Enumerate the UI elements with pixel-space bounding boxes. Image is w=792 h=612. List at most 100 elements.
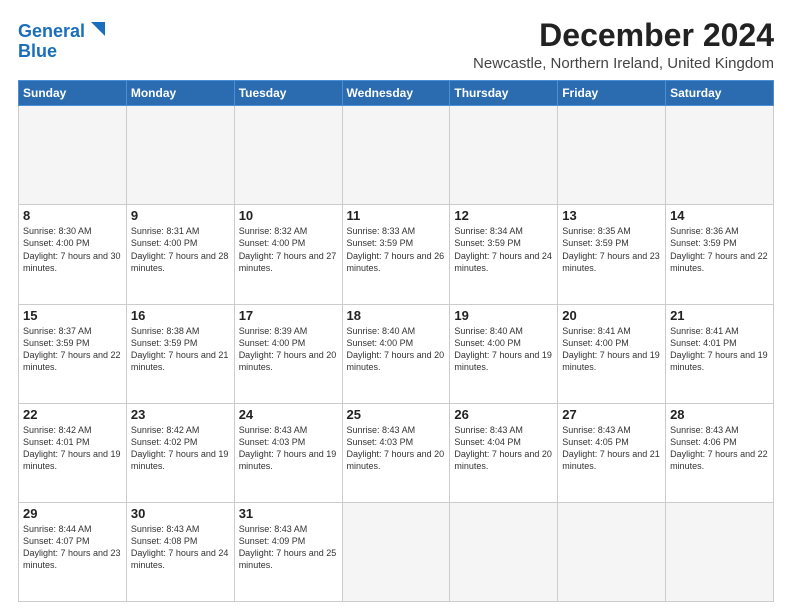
day-number: 29 — [23, 506, 122, 521]
day-number: 14 — [670, 208, 769, 223]
cell-info: Sunrise: 8:40 AMSunset: 4:00 PMDaylight:… — [347, 326, 445, 372]
day-number: 19 — [454, 308, 553, 323]
cell-info: Sunrise: 8:42 AMSunset: 4:01 PMDaylight:… — [23, 425, 121, 471]
calendar-cell: 8 Sunrise: 8:30 AMSunset: 4:00 PMDayligh… — [19, 205, 127, 304]
calendar-cell: 20 Sunrise: 8:41 AMSunset: 4:00 PMDaylig… — [558, 304, 666, 403]
calendar-cell: 29 Sunrise: 8:44 AMSunset: 4:07 PMDaylig… — [19, 502, 127, 601]
logo-text2: Blue — [18, 42, 57, 62]
day-number: 21 — [670, 308, 769, 323]
cell-info: Sunrise: 8:41 AMSunset: 4:00 PMDaylight:… — [562, 326, 660, 372]
calendar-cell: 21 Sunrise: 8:41 AMSunset: 4:01 PMDaylig… — [666, 304, 774, 403]
cell-info: Sunrise: 8:35 AMSunset: 3:59 PMDaylight:… — [562, 226, 660, 272]
cell-info: Sunrise: 8:31 AMSunset: 4:00 PMDaylight:… — [131, 226, 229, 272]
calendar-week-row — [19, 106, 774, 205]
calendar-cell — [558, 106, 666, 205]
main-title: December 2024 — [473, 18, 774, 53]
cell-info: Sunrise: 8:44 AMSunset: 4:07 PMDaylight:… — [23, 524, 121, 570]
day-number: 28 — [670, 407, 769, 422]
day-number: 20 — [562, 308, 661, 323]
calendar-cell: 13 Sunrise: 8:35 AMSunset: 3:59 PMDaylig… — [558, 205, 666, 304]
calendar-cell: 28 Sunrise: 8:43 AMSunset: 4:06 PMDaylig… — [666, 403, 774, 502]
day-number: 27 — [562, 407, 661, 422]
calendar-cell — [666, 502, 774, 601]
calendar-cell: 14 Sunrise: 8:36 AMSunset: 3:59 PMDaylig… — [666, 205, 774, 304]
cell-info: Sunrise: 8:30 AMSunset: 4:00 PMDaylight:… — [23, 226, 121, 272]
calendar-header-cell: Wednesday — [342, 81, 450, 106]
calendar-cell — [558, 502, 666, 601]
calendar-body: 8 Sunrise: 8:30 AMSunset: 4:00 PMDayligh… — [19, 106, 774, 602]
cell-info: Sunrise: 8:43 AMSunset: 4:04 PMDaylight:… — [454, 425, 552, 471]
cell-info: Sunrise: 8:38 AMSunset: 3:59 PMDaylight:… — [131, 326, 229, 372]
header: General Blue December 2024 Newcastle, No… — [18, 18, 774, 72]
calendar-cell: 25 Sunrise: 8:43 AMSunset: 4:03 PMDaylig… — [342, 403, 450, 502]
day-number: 22 — [23, 407, 122, 422]
title-block: December 2024 Newcastle, Northern Irelan… — [473, 18, 774, 72]
calendar-cell: 22 Sunrise: 8:42 AMSunset: 4:01 PMDaylig… — [19, 403, 127, 502]
day-number: 8 — [23, 208, 122, 223]
calendar-header-cell: Monday — [126, 81, 234, 106]
day-number: 12 — [454, 208, 553, 223]
calendar-cell: 30 Sunrise: 8:43 AMSunset: 4:08 PMDaylig… — [126, 502, 234, 601]
calendar-cell — [342, 106, 450, 205]
logo: General Blue — [18, 18, 109, 62]
page: General Blue December 2024 Newcastle, No… — [0, 0, 792, 612]
day-number: 26 — [454, 407, 553, 422]
day-number: 15 — [23, 308, 122, 323]
cell-info: Sunrise: 8:43 AMSunset: 4:03 PMDaylight:… — [347, 425, 445, 471]
calendar-header-cell: Saturday — [666, 81, 774, 106]
calendar-cell: 27 Sunrise: 8:43 AMSunset: 4:05 PMDaylig… — [558, 403, 666, 502]
calendar-cell: 12 Sunrise: 8:34 AMSunset: 3:59 PMDaylig… — [450, 205, 558, 304]
calendar-cell — [666, 106, 774, 205]
calendar-cell: 11 Sunrise: 8:33 AMSunset: 3:59 PMDaylig… — [342, 205, 450, 304]
calendar-cell: 18 Sunrise: 8:40 AMSunset: 4:00 PMDaylig… — [342, 304, 450, 403]
calendar-cell: 31 Sunrise: 8:43 AMSunset: 4:09 PMDaylig… — [234, 502, 342, 601]
logo-arrow-icon — [87, 18, 109, 40]
calendar-week-row: 8 Sunrise: 8:30 AMSunset: 4:00 PMDayligh… — [19, 205, 774, 304]
day-number: 24 — [239, 407, 338, 422]
calendar-week-row: 15 Sunrise: 8:37 AMSunset: 3:59 PMDaylig… — [19, 304, 774, 403]
calendar-cell: 9 Sunrise: 8:31 AMSunset: 4:00 PMDayligh… — [126, 205, 234, 304]
calendar-header-row: SundayMondayTuesdayWednesdayThursdayFrid… — [19, 81, 774, 106]
calendar-cell: 23 Sunrise: 8:42 AMSunset: 4:02 PMDaylig… — [126, 403, 234, 502]
subtitle: Newcastle, Northern Ireland, United King… — [473, 55, 774, 72]
calendar-cell: 15 Sunrise: 8:37 AMSunset: 3:59 PMDaylig… — [19, 304, 127, 403]
cell-info: Sunrise: 8:34 AMSunset: 3:59 PMDaylight:… — [454, 226, 552, 272]
cell-info: Sunrise: 8:43 AMSunset: 4:03 PMDaylight:… — [239, 425, 337, 471]
cell-info: Sunrise: 8:37 AMSunset: 3:59 PMDaylight:… — [23, 326, 121, 372]
day-number: 11 — [347, 208, 446, 223]
cell-info: Sunrise: 8:41 AMSunset: 4:01 PMDaylight:… — [670, 326, 768, 372]
day-number: 25 — [347, 407, 446, 422]
calendar-week-row: 29 Sunrise: 8:44 AMSunset: 4:07 PMDaylig… — [19, 502, 774, 601]
calendar-cell — [19, 106, 127, 205]
calendar-header-cell: Tuesday — [234, 81, 342, 106]
day-number: 30 — [131, 506, 230, 521]
cell-info: Sunrise: 8:43 AMSunset: 4:09 PMDaylight:… — [239, 524, 337, 570]
day-number: 16 — [131, 308, 230, 323]
calendar-cell: 17 Sunrise: 8:39 AMSunset: 4:00 PMDaylig… — [234, 304, 342, 403]
cell-info: Sunrise: 8:40 AMSunset: 4:00 PMDaylight:… — [454, 326, 552, 372]
calendar-cell: 10 Sunrise: 8:32 AMSunset: 4:00 PMDaylig… — [234, 205, 342, 304]
calendar-cell: 16 Sunrise: 8:38 AMSunset: 3:59 PMDaylig… — [126, 304, 234, 403]
cell-info: Sunrise: 8:33 AMSunset: 3:59 PMDaylight:… — [347, 226, 445, 272]
calendar-header-cell: Thursday — [450, 81, 558, 106]
day-number: 13 — [562, 208, 661, 223]
calendar-cell — [450, 106, 558, 205]
calendar-cell — [450, 502, 558, 601]
calendar-week-row: 22 Sunrise: 8:42 AMSunset: 4:01 PMDaylig… — [19, 403, 774, 502]
calendar-table: SundayMondayTuesdayWednesdayThursdayFrid… — [18, 80, 774, 602]
calendar-cell — [126, 106, 234, 205]
calendar-cell — [234, 106, 342, 205]
cell-info: Sunrise: 8:43 AMSunset: 4:06 PMDaylight:… — [670, 425, 768, 471]
day-number: 10 — [239, 208, 338, 223]
cell-info: Sunrise: 8:32 AMSunset: 4:00 PMDaylight:… — [239, 226, 337, 272]
cell-info: Sunrise: 8:43 AMSunset: 4:05 PMDaylight:… — [562, 425, 660, 471]
calendar-cell: 19 Sunrise: 8:40 AMSunset: 4:00 PMDaylig… — [450, 304, 558, 403]
calendar-header-cell: Sunday — [19, 81, 127, 106]
logo-text: General — [18, 22, 85, 42]
day-number: 17 — [239, 308, 338, 323]
day-number: 31 — [239, 506, 338, 521]
calendar-cell: 26 Sunrise: 8:43 AMSunset: 4:04 PMDaylig… — [450, 403, 558, 502]
calendar-header-cell: Friday — [558, 81, 666, 106]
cell-info: Sunrise: 8:39 AMSunset: 4:00 PMDaylight:… — [239, 326, 337, 372]
day-number: 9 — [131, 208, 230, 223]
